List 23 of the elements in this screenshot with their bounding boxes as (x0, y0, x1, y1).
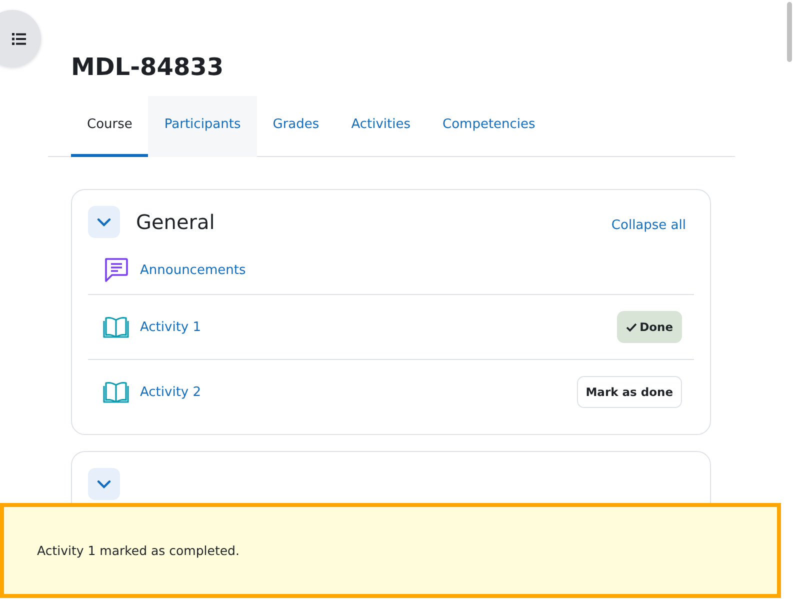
nav-tab[interactable]: Grades (256, 96, 336, 157)
mark-as-done-button[interactable]: Mark as done (576, 376, 682, 408)
nav-tab[interactable]: Participants (148, 96, 257, 157)
book-icon (103, 380, 129, 404)
list-icon (12, 32, 26, 44)
book-icon (103, 315, 129, 339)
done-button[interactable]: Done (616, 311, 682, 343)
course-index-button[interactable] (0, 10, 41, 67)
activity-link[interactable]: Announcements (140, 262, 682, 278)
chevron-icon (97, 480, 111, 488)
activity-link[interactable]: Activity 2 (140, 384, 577, 400)
check-icon (626, 322, 637, 332)
collapse-button[interactable] (88, 206, 120, 238)
chevron-icon (97, 218, 111, 226)
toast-message: Activity 1 marked as completed. (37, 543, 240, 558)
collapse-button[interactable] (88, 468, 120, 500)
chat-icon (103, 257, 129, 283)
section-title: General (136, 210, 216, 234)
course-title: MDL-84833 (71, 52, 225, 82)
nav-tab[interactable]: Competencies (426, 96, 552, 157)
nav-tab[interactable]: Activities (335, 96, 426, 157)
collapse-all-link[interactable]: Collapse all (611, 218, 686, 232)
activity-link[interactable]: Activity 1 (140, 320, 617, 334)
